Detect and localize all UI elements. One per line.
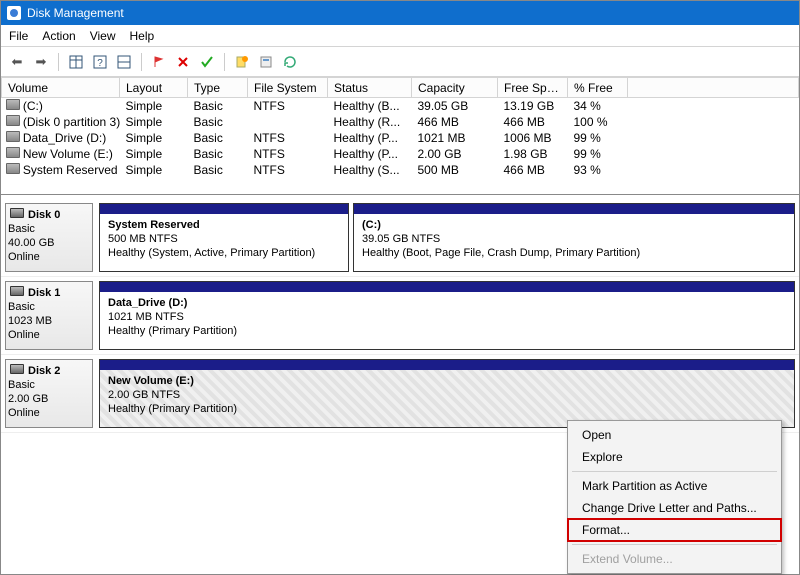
col-free[interactable]: Free Spa... — [498, 78, 568, 98]
toolbar: ⬅ ➡ ? — [1, 47, 799, 77]
menubar: File Action View Help — [1, 25, 799, 47]
drive-icon — [6, 131, 20, 142]
refresh-icon[interactable] — [280, 52, 300, 72]
toolbar-divider — [141, 53, 142, 71]
disk-icon — [10, 208, 24, 218]
partition-c[interactable]: (C:)39.05 GB NTFSHealthy (Boot, Page Fil… — [353, 203, 795, 272]
layout-icon[interactable] — [114, 52, 134, 72]
check-icon[interactable] — [197, 52, 217, 72]
window-title: Disk Management — [27, 6, 124, 20]
disk-info[interactable]: Disk 0 Basic 40.00 GB Online — [5, 203, 93, 272]
partition-d[interactable]: Data_Drive (D:)1021 MB NTFSHealthy (Prim… — [99, 281, 795, 350]
toolbar-divider — [58, 53, 59, 71]
ctx-extend[interactable]: Extend Volume... — [568, 548, 781, 570]
disk-info[interactable]: Disk 2 Basic 2.00 GB Online — [5, 359, 93, 428]
ctx-open[interactable]: Open — [568, 424, 781, 446]
partition-system-reserved[interactable]: System Reserved500 MB NTFSHealthy (Syste… — [99, 203, 349, 272]
ctx-divider — [572, 471, 777, 472]
drive-icon — [6, 163, 20, 174]
volumes-grid: Volume Layout Type File System Status Ca… — [1, 77, 799, 195]
properties-icon[interactable] — [256, 52, 276, 72]
disk-info[interactable]: Disk 1 Basic 1023 MB Online — [5, 281, 93, 350]
stripe — [100, 282, 794, 292]
grid-icon[interactable] — [66, 52, 86, 72]
disk-row-0: Disk 0 Basic 40.00 GB Online System Rese… — [1, 199, 799, 277]
app-icon — [7, 6, 21, 20]
menu-view[interactable]: View — [90, 29, 116, 43]
titlebar: Disk Management — [1, 1, 799, 25]
disk-icon — [10, 286, 24, 296]
disk-row-1: Disk 1 Basic 1023 MB Online Data_Drive (… — [1, 277, 799, 355]
col-type[interactable]: Type — [188, 78, 248, 98]
drive-icon — [6, 147, 20, 158]
new-icon[interactable] — [232, 52, 252, 72]
table-row[interactable]: (C:)SimpleBasicNTFSHealthy (B...39.05 GB… — [2, 98, 799, 115]
delete-icon[interactable] — [173, 52, 193, 72]
disk-map: Disk 0 Basic 40.00 GB Online System Rese… — [1, 195, 799, 433]
volumes-body: (C:)SimpleBasicNTFSHealthy (B...39.05 GB… — [2, 98, 799, 195]
stripe — [100, 204, 348, 214]
table-row[interactable]: (Disk 0 partition 3)SimpleBasicHealthy (… — [2, 114, 799, 130]
col-fs[interactable]: File System — [248, 78, 328, 98]
drive-icon — [6, 115, 20, 126]
ctx-mark-active[interactable]: Mark Partition as Active — [568, 475, 781, 497]
menu-action[interactable]: Action — [42, 29, 75, 43]
table-row[interactable]: System ReservedSimpleBasicNTFSHealthy (S… — [2, 162, 799, 178]
col-volume[interactable]: Volume — [2, 78, 120, 98]
menu-file[interactable]: File — [9, 29, 28, 43]
back-icon[interactable]: ⬅ — [7, 52, 27, 72]
svg-text:?: ? — [97, 58, 103, 69]
disk-icon — [10, 364, 24, 374]
toolbar-divider — [224, 53, 225, 71]
table-row[interactable]: New Volume (E:)SimpleBasicNTFSHealthy (P… — [2, 146, 799, 162]
context-menu: Open Explore Mark Partition as Active Ch… — [567, 420, 782, 574]
column-headers[interactable]: Volume Layout Type File System Status Ca… — [2, 78, 799, 98]
ctx-change-drive-letter[interactable]: Change Drive Letter and Paths... — [568, 497, 781, 519]
stripe — [100, 360, 794, 370]
ctx-divider — [572, 544, 777, 545]
forward-icon[interactable]: ➡ — [31, 52, 51, 72]
partition-e[interactable]: New Volume (E:)2.00 GB NTFSHealthy (Prim… — [99, 359, 795, 428]
ctx-format[interactable]: Format... — [568, 519, 781, 541]
table-row[interactable]: Data_Drive (D:)SimpleBasicNTFSHealthy (P… — [2, 130, 799, 146]
col-status[interactable]: Status — [328, 78, 412, 98]
col-pct[interactable]: % Free — [568, 78, 628, 98]
drive-icon — [6, 99, 20, 110]
ctx-explore[interactable]: Explore — [568, 446, 781, 468]
stripe — [354, 204, 794, 214]
menu-help[interactable]: Help — [130, 29, 155, 43]
col-layout[interactable]: Layout — [120, 78, 188, 98]
flag-icon[interactable] — [149, 52, 169, 72]
help-icon[interactable]: ? — [90, 52, 110, 72]
col-capacity[interactable]: Capacity — [412, 78, 498, 98]
